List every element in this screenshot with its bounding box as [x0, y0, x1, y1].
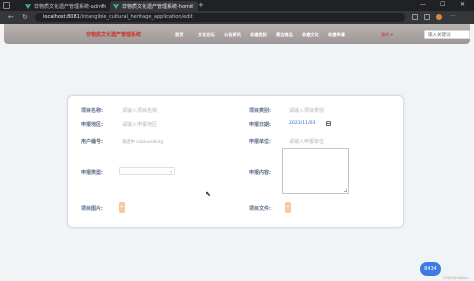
more-icon[interactable]: ···: [450, 14, 456, 20]
favorites-icon[interactable]: [412, 14, 418, 20]
project-category-input[interactable]: 请输入项目类别: [289, 107, 324, 114]
region-input[interactable]: 请输入申报地区: [122, 121, 157, 128]
close-window-button[interactable]: ✕: [460, 1, 465, 8]
nav-products[interactable]: 周边商品: [276, 32, 293, 38]
tab-title: 非物质文化遗产管理系统-admin: [34, 3, 107, 10]
tab-actions-icon[interactable]: [3, 2, 10, 9]
nav-culture[interactable]: 非遗文化: [302, 32, 319, 38]
unit-input[interactable]: 请输入申报单位: [289, 138, 324, 145]
browser-tab-strip: 非物质文化遗产管理系统-admin ✕ 非物质文化遗产管理系统-home ✕ +…: [0, 0, 474, 11]
nav-news[interactable]: 公告资讯: [224, 32, 241, 38]
project-category-label: 项目类别:: [249, 108, 271, 114]
browser-tab-admin[interactable]: 非物质文化遗产管理系统-admin ✕: [22, 1, 109, 11]
collections-icon[interactable]: [424, 14, 430, 20]
user-id-select[interactable]: 请选中 subiuseiking: [122, 139, 163, 145]
vue-logo-icon: [25, 3, 31, 9]
nav-forum[interactable]: 文化论坛: [198, 32, 215, 38]
app-header: 非物质文化遗产管理系统 首页 文化论坛 公告资讯 非遗类别 周边商品 非遗文化 …: [4, 24, 470, 44]
new-tab-button[interactable]: +: [198, 1, 204, 9]
chevron-down-icon: ▾: [169, 169, 172, 174]
close-tab-icon[interactable]: ✕: [101, 3, 105, 9]
floating-badge[interactable]: 8434: [420, 262, 441, 276]
url-host: localhost:8081: [43, 14, 80, 20]
file-upload-button[interactable]: +: [285, 202, 291, 213]
image-upload-button[interactable]: +: [119, 202, 125, 213]
region-label: 申报地区:: [81, 122, 103, 128]
profile-icon[interactable]: [436, 14, 442, 20]
application-form-card: [67, 95, 404, 228]
vue-logo-icon: [113, 3, 119, 9]
file-label: 项目文件:: [249, 206, 271, 212]
project-name-label: 项目名称:: [81, 108, 103, 114]
resize-handle[interactable]: [344, 189, 347, 192]
content-textarea[interactable]: [282, 148, 349, 194]
browser-address-bar: ← ↻ localhost:8081/intangible_cultural_h…: [0, 11, 474, 24]
chevron-down-icon: ▾: [390, 32, 393, 37]
calendar-icon[interactable]: [326, 121, 332, 126]
image-label: 项目图片:: [81, 206, 103, 212]
user-id-label: 用户编号:: [81, 139, 103, 145]
url-field[interactable]: localhost:8081/intangible_cultural_herit…: [35, 13, 405, 22]
date-label: 申报日期:: [249, 122, 271, 128]
project-name-input[interactable]: 请输入项目名称: [122, 107, 157, 114]
close-tab-icon[interactable]: ✕: [190, 3, 194, 9]
unit-label: 申报单位:: [249, 139, 271, 145]
profile-menu[interactable]: 我的 ▾: [381, 32, 393, 38]
url-path: /intangible_cultural_heritage_applicatio…: [79, 14, 193, 20]
content-label: 申报内容:: [249, 170, 271, 176]
tab-title: 非物质文化遗产管理系统-home: [122, 3, 193, 10]
back-icon[interactable]: ←: [8, 13, 14, 21]
maximize-button[interactable]: ☐: [440, 1, 445, 8]
date-input[interactable]: 2023/11/03: [289, 121, 315, 126]
search-input[interactable]: [424, 30, 470, 39]
mouse-cursor-icon: ⬉: [205, 190, 211, 198]
nav-home[interactable]: 首页: [175, 32, 183, 38]
profile-label: 我的: [381, 32, 390, 37]
browser-tab-home[interactable]: 非物质文化遗产管理系统-home ✕: [110, 1, 198, 11]
type-label: 申报类型:: [81, 170, 103, 176]
refresh-icon[interactable]: ↻: [22, 13, 28, 21]
nav-application[interactable]: 非遗申请: [328, 32, 345, 38]
type-select[interactable]: ▾: [119, 167, 175, 175]
minimize-button[interactable]: —: [420, 1, 426, 8]
app-title: 非物质文化遗产管理系统: [86, 32, 142, 38]
watermark: CSDN@ddbian: [443, 276, 469, 280]
nav-category[interactable]: 非遗类别: [250, 32, 267, 38]
